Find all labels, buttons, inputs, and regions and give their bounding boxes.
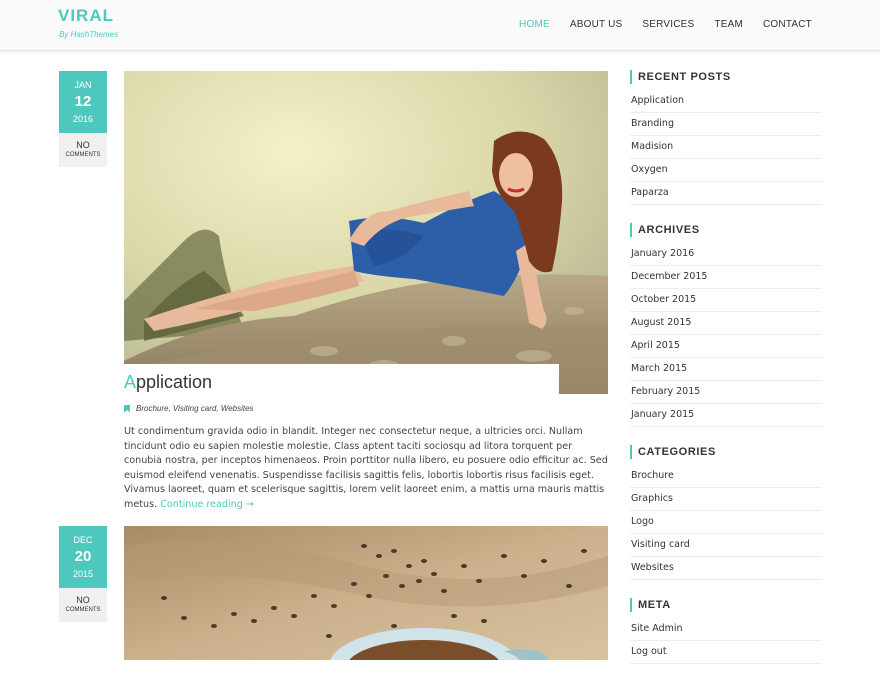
post-featured-image[interactable] bbox=[124, 71, 608, 394]
archive-link[interactable]: January 2015 bbox=[630, 404, 822, 427]
post-categories-text[interactable]: Brochure, Visiting card, Websites bbox=[136, 404, 254, 413]
post-featured-image[interactable] bbox=[124, 526, 608, 660]
category-link[interactable]: Websites bbox=[630, 557, 822, 580]
post-month: DEC bbox=[73, 535, 93, 545]
categories-list: Brochure Graphics Logo Visiting card Web… bbox=[630, 465, 822, 580]
recent-posts-widget: RECENT POSTS Application Branding Madisi… bbox=[630, 70, 822, 205]
post-day: 20 bbox=[74, 548, 92, 565]
post-date: JAN 12 2016 bbox=[59, 71, 107, 133]
archive-link[interactable]: October 2015 bbox=[630, 289, 822, 312]
post-month: JAN bbox=[74, 80, 92, 90]
main-nav: HOME ABOUT US SERVICES TEAM CONTACT bbox=[499, 19, 812, 30]
post-categories: Brochure, Visiting card, Websites bbox=[124, 404, 254, 413]
widget-title: META bbox=[630, 598, 822, 612]
post-date-box: DEC 20 2015 NO COMMENTS bbox=[59, 526, 107, 622]
category-link[interactable]: Brochure bbox=[630, 465, 822, 488]
archive-link[interactable]: March 2015 bbox=[630, 358, 822, 381]
archives-list: January 2016 December 2015 October 2015 … bbox=[630, 243, 822, 427]
post-title-rest: pplication bbox=[136, 372, 213, 392]
meta-link[interactable]: Log out bbox=[630, 641, 822, 664]
nav-about-us[interactable]: ABOUT US bbox=[570, 19, 623, 30]
meta-link[interactable]: Site Admin bbox=[630, 618, 822, 641]
site-tagline: By HashThemes bbox=[59, 30, 119, 39]
coffee-beans-image bbox=[124, 526, 608, 660]
archive-link[interactable]: December 2015 bbox=[630, 266, 822, 289]
post-comments-count[interactable]: NO COMMENTS bbox=[59, 133, 107, 167]
meta-list: Site Admin Log out bbox=[630, 618, 822, 664]
continue-reading-link[interactable]: Continue reading → bbox=[160, 499, 254, 510]
category-link[interactable]: Logo bbox=[630, 511, 822, 534]
archive-link[interactable]: January 2016 bbox=[630, 243, 822, 266]
comments-label: COMMENTS bbox=[65, 152, 101, 158]
post-date: DEC 20 2015 bbox=[59, 526, 107, 588]
nav-services[interactable]: SERVICES bbox=[642, 19, 694, 30]
widget-title: RECENT POSTS bbox=[630, 70, 822, 84]
categories-widget: CATEGORIES Brochure Graphics Logo Visiti… bbox=[630, 445, 822, 580]
post-day: 12 bbox=[74, 93, 92, 110]
post-date-box: JAN 12 2016 NO COMMENTS bbox=[59, 71, 107, 167]
recent-post-link[interactable]: Madision bbox=[630, 136, 822, 159]
recent-posts-list: Application Branding Madision Oxygen Pap… bbox=[630, 90, 822, 205]
post-title-box: Application bbox=[124, 364, 559, 396]
widget-title: CATEGORIES bbox=[630, 445, 822, 459]
widget-title: ARCHIVES bbox=[630, 223, 822, 237]
post-year: 2016 bbox=[72, 114, 94, 124]
site-logo[interactable]: VIRAL bbox=[58, 6, 114, 26]
meta-widget: META Site Admin Log out bbox=[630, 598, 822, 664]
recent-post-link[interactable]: Application bbox=[630, 90, 822, 113]
archive-link[interactable]: April 2015 bbox=[630, 335, 822, 358]
archive-link[interactable]: February 2015 bbox=[630, 381, 822, 404]
site-header: VIRAL By HashThemes HOME ABOUT US SERVIC… bbox=[0, 0, 880, 51]
category-link[interactable]: Visiting card bbox=[630, 534, 822, 557]
archives-widget: ARCHIVES January 2016 December 2015 Octo… bbox=[630, 223, 822, 427]
post-comments-count[interactable]: NO COMMENTS bbox=[59, 588, 107, 622]
woman-on-rocks-image bbox=[124, 71, 608, 394]
recent-post-link[interactable]: Branding bbox=[630, 113, 822, 136]
recent-post-link[interactable]: Paparza bbox=[630, 182, 822, 205]
nav-team[interactable]: TEAM bbox=[714, 19, 743, 30]
sidebar: RECENT POSTS Application Branding Madisi… bbox=[630, 70, 822, 682]
comments-label: COMMENTS bbox=[65, 607, 101, 613]
nav-home[interactable]: HOME bbox=[519, 19, 550, 30]
category-link[interactable]: Graphics bbox=[630, 488, 822, 511]
comments-number: NO bbox=[76, 595, 90, 605]
nav-contact[interactable]: CONTACT bbox=[763, 19, 812, 30]
comments-number: NO bbox=[76, 140, 90, 150]
bookmark-icon bbox=[124, 404, 130, 413]
post-year: 2015 bbox=[72, 569, 94, 579]
recent-post-link[interactable]: Oxygen bbox=[630, 159, 822, 182]
archive-link[interactable]: August 2015 bbox=[630, 312, 822, 335]
post-excerpt-text: Ut condimentum gravida odio in blandit. … bbox=[124, 426, 608, 510]
post-title-first-letter: A bbox=[124, 372, 137, 392]
post-title[interactable]: Application bbox=[124, 372, 212, 393]
post-excerpt: Ut condimentum gravida odio in blandit. … bbox=[124, 425, 608, 513]
